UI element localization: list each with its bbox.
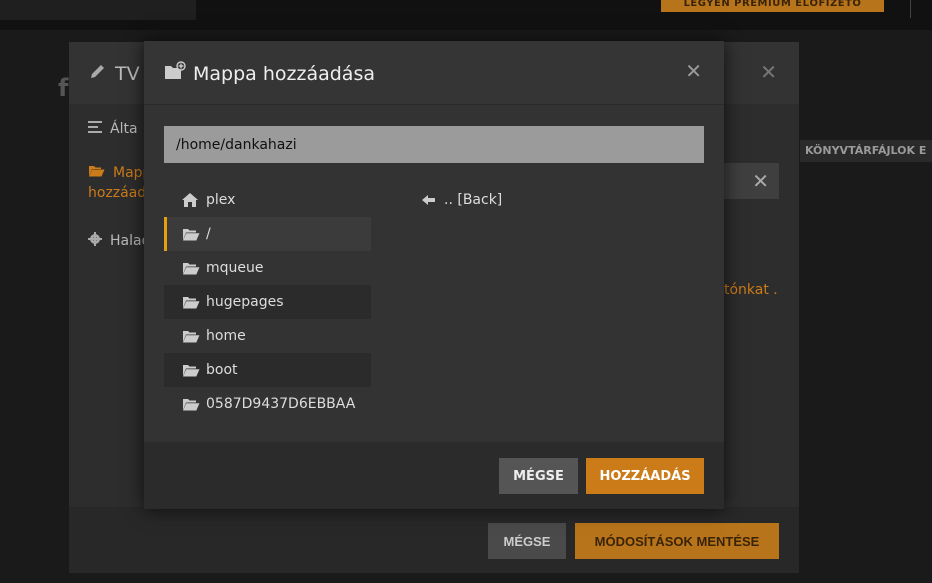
directory-item-label: 0587D9437D6EBBAA [206,396,356,412]
parent-directory-link[interactable]: .. [Back] [422,183,502,217]
home-icon [182,193,206,207]
edit-cancel-button[interactable]: MÉGSE [488,523,566,559]
directory-item-plex[interactable]: plex [164,183,371,217]
add-button[interactable]: HOZZÁADÁS [586,458,704,494]
directory-item-root[interactable]: / [164,217,371,251]
edit-library-title-text: TV [115,62,140,85]
directory-item-mqueue[interactable]: mqueue [164,251,371,285]
add-folder-footer: MÉGSE HOZZÁADÁS [144,442,724,509]
background-link-text[interactable]: tónkat . [724,282,778,298]
top-bar-search-area [0,0,196,20]
nav-add-folder[interactable]: Mapp [88,164,151,181]
directory-item-label: plex [206,192,236,208]
clear-icon[interactable]: ✕ [752,169,769,193]
folder-open-icon [182,398,206,411]
directory-list: plex / mqueue hugepages home boot 0587D9… [164,183,371,421]
directory-item-0587d9437d6ebbaa[interactable]: 0587D9437D6EBBAA [164,387,371,421]
directory-item-hugepages[interactable]: hugepages [164,285,371,319]
top-bar: LEGYEN PRÉMIUM ELŐFIZETŐ [0,0,932,30]
directory-item-label: / [206,226,211,242]
close-icon[interactable]: ✕ [760,60,777,84]
folder-open-icon [182,330,206,343]
folder-open-icon [182,228,206,241]
directory-item-label: hugepages [206,294,284,310]
directory-item-boot[interactable]: boot [164,353,371,387]
pencil-icon [89,62,107,85]
edit-library-footer: MÉGSE MÓDOSÍTÁSOK MENTÉSE [69,507,799,573]
add-folder-title: Mappa hozzáadása [164,61,375,86]
add-folder-title-text: Mappa hozzáadása [193,62,375,85]
directory-item-label: mqueue [206,260,264,276]
add-folder-header: Mappa hozzáadása ✕ [144,41,724,105]
library-files-tab[interactable]: KÖNYVTÁRFÁJLOK E [800,140,932,162]
edit-library-title: TV [89,62,140,85]
parent-directory-label: .. [Back] [444,192,503,208]
add-folder-dialog: Mappa hozzáadása ✕ plex / mqueue [144,41,724,509]
save-changes-button[interactable]: MÓDOSÍTÁSOK MENTÉSE [575,523,779,559]
close-icon[interactable]: ✕ [685,59,702,83]
directory-item-home[interactable]: home [164,319,371,353]
gear-icon [88,232,102,250]
folder-open-icon [182,296,206,309]
directory-item-label: home [206,328,246,344]
nav-advanced[interactable]: Halad [88,232,150,250]
nav-general[interactable]: Álta [88,121,138,137]
directory-item-label: boot [206,362,238,378]
folder-open-icon [182,364,206,377]
cancel-button[interactable]: MÉGSE [499,458,578,494]
list-icon [88,121,102,137]
folder-open-icon [88,164,105,181]
nav-general-label: Álta [110,121,138,137]
background-logo-letter: f [58,74,69,102]
folder-add-icon [164,61,186,86]
premium-button[interactable]: LEGYEN PRÉMIUM ELŐFIZETŐ [661,0,884,12]
top-bar-divider [910,0,911,18]
arrow-left-icon [422,195,444,205]
folder-open-icon [182,262,206,275]
path-input[interactable] [164,126,704,163]
